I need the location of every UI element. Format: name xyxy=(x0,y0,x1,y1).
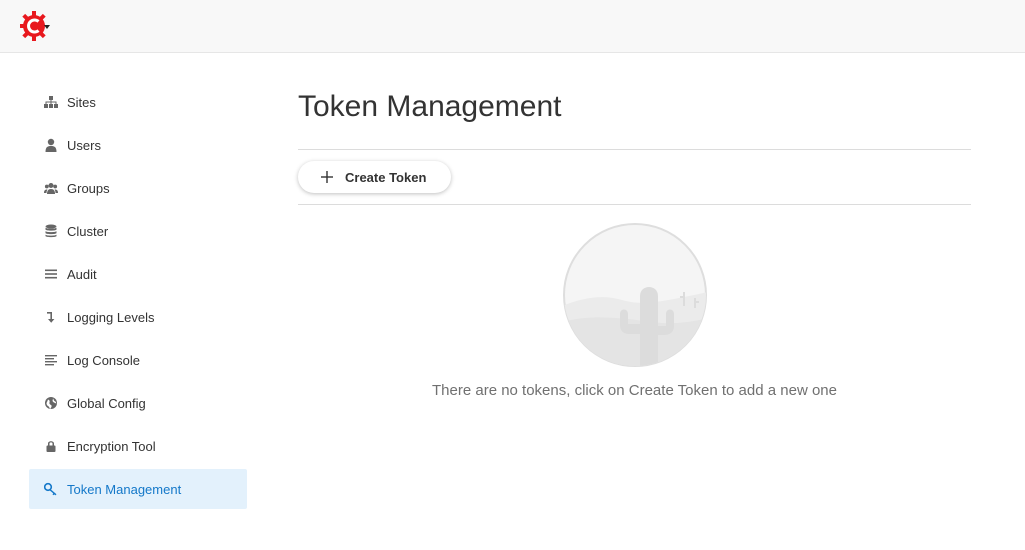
sidebar-item-label: Logging Levels xyxy=(67,309,155,325)
empty-message: There are no tokens, click on Create Tok… xyxy=(432,382,837,399)
key-icon xyxy=(44,482,58,496)
crafter-logo-icon[interactable] xyxy=(20,10,52,42)
page-title: Token Management xyxy=(298,90,562,123)
empty-desert-cactus-icon xyxy=(562,222,708,368)
sidebar-item-logging-levels[interactable]: Logging Levels xyxy=(29,297,247,337)
sidebar-item-label: Encryption Tool xyxy=(67,438,156,454)
sidebar-item-label: Groups xyxy=(67,180,110,196)
sidebar-item-token-management[interactable]: Token Management xyxy=(29,469,247,509)
globe-icon xyxy=(44,396,58,410)
sidebar-item-label: Log Console xyxy=(67,352,140,368)
lock-icon xyxy=(44,439,58,453)
list-icon xyxy=(44,267,58,281)
sidebar-item-cluster[interactable]: Cluster xyxy=(29,211,247,251)
empty-state: There are no tokens, click on Create Tok… xyxy=(298,222,971,399)
sidebar-nav: Sites Users Groups Cluster Audit Logging… xyxy=(29,82,247,512)
sidebar-item-label: Global Config xyxy=(67,395,146,411)
sidebar-item-groups[interactable]: Groups xyxy=(29,168,247,208)
plus-icon xyxy=(321,171,333,183)
top-bar xyxy=(0,0,1025,53)
sidebar-item-label: Token Management xyxy=(67,481,182,497)
sitemap-icon xyxy=(44,95,58,109)
create-token-button[interactable]: Create Token xyxy=(298,161,452,193)
main-content: Token Management Create Token xyxy=(298,82,971,205)
sidebar-item-label: Cluster xyxy=(67,223,109,239)
sidebar-item-log-console[interactable]: Log Console xyxy=(29,340,247,380)
divider xyxy=(298,204,971,205)
level-down-icon xyxy=(44,310,58,324)
sidebar-item-label: Audit xyxy=(67,266,97,282)
users-icon xyxy=(44,181,58,195)
create-token-label: Create Token xyxy=(345,169,427,185)
sidebar-item-label: Sites xyxy=(67,94,96,110)
sidebar-item-sites[interactable]: Sites xyxy=(29,82,247,122)
sidebar-item-audit[interactable]: Audit xyxy=(29,254,247,294)
database-icon xyxy=(44,224,58,238)
sidebar-item-global-config[interactable]: Global Config xyxy=(29,383,247,423)
toolbar: Create Token xyxy=(298,150,971,204)
sidebar-item-label: Users xyxy=(67,137,101,153)
sidebar-item-encryption-tool[interactable]: Encryption Tool xyxy=(29,426,247,466)
sidebar-item-users[interactable]: Users xyxy=(29,125,247,165)
user-icon xyxy=(44,138,58,152)
align-left-icon xyxy=(44,353,58,367)
